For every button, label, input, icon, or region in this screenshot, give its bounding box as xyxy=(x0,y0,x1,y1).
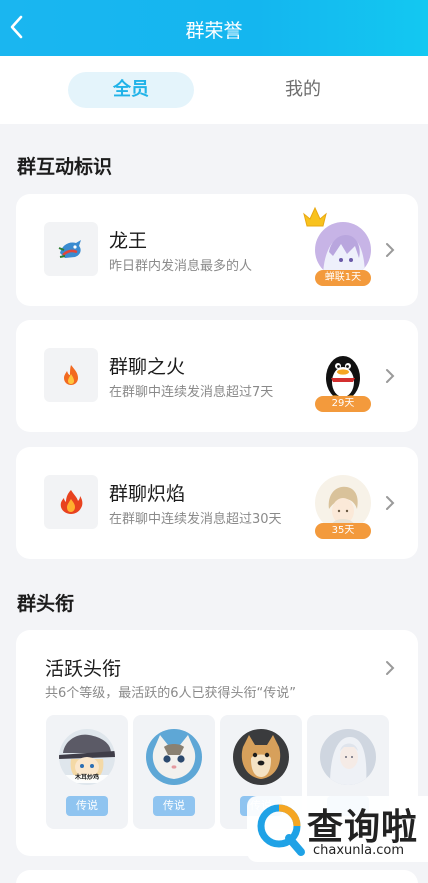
fire-icon xyxy=(44,348,98,402)
badge-card-chat-fire[interactable]: 群聊之火 在群聊中连续发消息超过7天 29天 xyxy=(16,320,418,432)
avatar-caption: 木耳炒鸡 xyxy=(74,774,99,781)
chevron-right-icon xyxy=(384,367,396,385)
search-logo-icon xyxy=(255,800,309,862)
page-title: 群荣誉 xyxy=(185,20,243,42)
member-avatar xyxy=(320,729,376,785)
badge-name: 群聊之火 xyxy=(109,356,186,378)
streak-badge: 35天 xyxy=(315,523,371,539)
badge-card-chat-blaze[interactable]: 群聊炽焰 在群聊中连续发消息超过30天 35天 xyxy=(16,447,418,559)
top-bar: 群荣誉 xyxy=(0,0,428,56)
member-avatar xyxy=(146,729,202,785)
chevron-right-icon xyxy=(384,659,396,677)
title-badge: 传说 xyxy=(66,796,108,816)
badge-name: 龙王 xyxy=(109,230,148,252)
chevron-right-icon xyxy=(384,241,396,259)
section-title-group-titles: 群头衔 xyxy=(17,593,75,615)
flame-icon xyxy=(44,475,98,529)
title-badge: 传说 xyxy=(153,796,195,816)
crown-icon xyxy=(302,206,328,232)
dragon-icon xyxy=(44,222,98,276)
member-avatar: 木耳炒鸡 xyxy=(59,729,115,785)
badge-desc: 在群聊中连续发消息超过30天 xyxy=(109,512,282,527)
tab-mine[interactable]: 我的 xyxy=(240,72,366,108)
chevron-right-icon xyxy=(384,494,396,512)
watermark-url: chaxunla.com xyxy=(313,843,404,858)
badge-name: 群聊炽焰 xyxy=(109,483,186,505)
badge-desc: 在群聊中连续发消息超过7天 xyxy=(109,385,274,400)
streak-badge: 29天 xyxy=(315,396,371,412)
member-avatar xyxy=(233,729,289,785)
holder-avatar[interactable]: 29天 xyxy=(313,348,373,412)
member-item[interactable]: 传说 xyxy=(133,715,215,829)
badge-desc: 昨日群内发消息最多的人 xyxy=(109,259,253,274)
streak-badge: 蝉联1天 xyxy=(315,270,371,286)
watermark: 查询啦 chaxunla.com xyxy=(247,796,428,862)
member-item[interactable]: 木耳炒鸡 传说 xyxy=(46,715,128,829)
title-desc: 共6个等级，最活跃的6人已获得头衔“传说” xyxy=(45,686,297,701)
holder-avatar[interactable]: 35天 xyxy=(313,475,373,539)
section-title-interaction: 群互动标识 xyxy=(17,156,113,178)
title-name: 活跃头衔 xyxy=(45,658,122,680)
badge-card-dragon-king[interactable]: 龙王 昨日群内发消息最多的人 蝉联1天 xyxy=(16,194,418,306)
tab-bar: 全员 我的 xyxy=(0,56,428,124)
tab-all[interactable]: 全员 xyxy=(68,72,194,108)
next-card[interactable] xyxy=(16,870,418,883)
